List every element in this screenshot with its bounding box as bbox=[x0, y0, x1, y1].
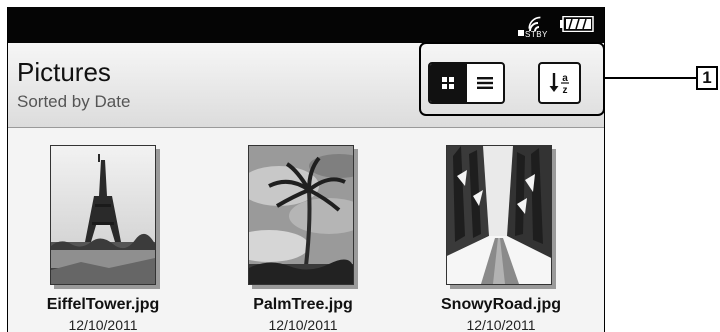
eiffel-tower-thumbnail bbox=[50, 145, 156, 285]
file-name: EiffelTower.jpg bbox=[46, 296, 160, 313]
picture-grid: EiffelTower.jpg 12/10/2011 PalmTree.jpg … bbox=[8, 128, 604, 332]
page-title: Pictures bbox=[17, 57, 111, 87]
callout-leader-line bbox=[605, 77, 696, 79]
file-name: SnowyRoad.jpg bbox=[441, 296, 561, 313]
sort-status: Sorted by Date bbox=[17, 92, 131, 111]
standby-label: STBY bbox=[525, 30, 548, 39]
snowy-road-thumbnail bbox=[446, 145, 552, 285]
file-date: 12/10/2011 bbox=[466, 317, 536, 332]
callout-highlight-frame bbox=[419, 42, 605, 116]
file-date: 12/10/2011 bbox=[68, 317, 138, 332]
palm-tree-thumbnail bbox=[248, 145, 354, 285]
file-name: PalmTree.jpg bbox=[253, 296, 353, 313]
status-bar: STBY bbox=[8, 7, 604, 43]
wireless-standby-icon: STBY bbox=[516, 11, 554, 41]
callout-number: 1 bbox=[696, 66, 718, 90]
battery-icon bbox=[560, 16, 594, 32]
file-date: 12/10/2011 bbox=[268, 317, 338, 332]
